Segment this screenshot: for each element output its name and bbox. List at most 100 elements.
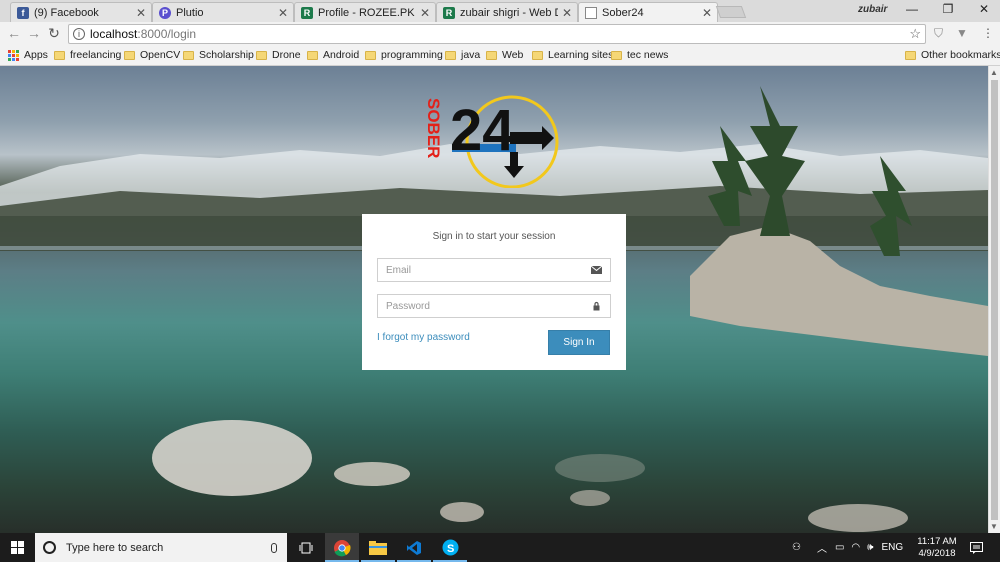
- svg-text:S: S: [447, 543, 454, 555]
- facebook-icon: f: [17, 6, 29, 19]
- system-tray: ⚇ ︿ ▭ ◠ 🕪 ENG: [792, 533, 903, 562]
- plutio-icon: P: [159, 6, 171, 19]
- browser-tab-strip: f (9) Facebook ✕ P Plutio ✕ R Profile - …: [0, 0, 1000, 22]
- back-icon[interactable]: ←: [6, 25, 22, 41]
- logo-24-text: 24: [450, 98, 515, 163]
- browser-toolbar: ← → ↻ i localhost:8000/login ☆ ⛉ ▼ ⋮: [0, 22, 1000, 46]
- scrollbar-thumb[interactable]: [991, 80, 998, 520]
- windows-taskbar: Type here to search S ⚇ ︿ ▭ ◠ 🕪 ENG 11:1…: [0, 533, 1000, 562]
- email-field[interactable]: [377, 258, 611, 282]
- notification-icon: [969, 541, 983, 554]
- forward-icon[interactable]: →: [26, 25, 42, 41]
- taskbar-file-explorer[interactable]: [361, 533, 395, 562]
- info-icon[interactable]: i: [73, 28, 85, 40]
- tab-sober24[interactable]: Sober24 ✕: [578, 2, 718, 22]
- bookmark-folder[interactable]: programming: [365, 49, 443, 61]
- sign-in-button[interactable]: Sign In: [548, 330, 610, 355]
- bookmark-folder[interactable]: Android: [307, 49, 359, 61]
- tab-zubair-shigri[interactable]: R zubair shigri - Web Deve ✕: [436, 2, 578, 22]
- taskbar-skype[interactable]: S: [433, 533, 467, 562]
- bookmark-folder[interactable]: OpenCV: [124, 49, 180, 61]
- apps-icon: [8, 49, 19, 61]
- clock-date: 4/9/2018: [918, 548, 956, 559]
- close-icon[interactable]: ✕: [561, 6, 573, 20]
- windows-logo-icon: [11, 541, 24, 554]
- taskbar-chrome[interactable]: [325, 533, 359, 562]
- vpn-extension-icon[interactable]: ▼: [956, 26, 968, 40]
- file-explorer-icon: [369, 540, 387, 555]
- task-view-button[interactable]: [290, 533, 322, 562]
- bookmark-folder[interactable]: tec news: [611, 49, 668, 61]
- star-icon[interactable]: ☆: [909, 26, 921, 42]
- close-icon[interactable]: ✕: [135, 6, 147, 20]
- clock-time: 11:17 AM: [917, 536, 957, 547]
- action-center-button[interactable]: [964, 533, 988, 562]
- bookmark-folder[interactable]: java: [445, 49, 480, 61]
- close-window-icon[interactable]: ✕: [976, 2, 992, 16]
- bookmark-folder[interactable]: Drone: [256, 49, 301, 61]
- tab-plutio[interactable]: P Plutio ✕: [152, 2, 294, 22]
- rozee-icon: R: [443, 6, 455, 19]
- bookmark-other[interactable]: Other bookmarks: [905, 49, 1000, 61]
- cortana-icon: [43, 541, 56, 554]
- folder-icon: [365, 50, 376, 60]
- bookmark-folder[interactable]: Learning sites: [532, 49, 613, 61]
- folder-icon: [905, 50, 916, 60]
- start-button[interactable]: [0, 533, 35, 562]
- email-input[interactable]: [378, 259, 578, 281]
- folder-icon: [611, 50, 622, 60]
- task-view-icon: [299, 542, 313, 553]
- microphone-icon[interactable]: [271, 542, 277, 553]
- scroll-up-icon[interactable]: ▲: [990, 68, 998, 77]
- reload-icon[interactable]: ↻: [46, 25, 62, 42]
- close-icon[interactable]: ✕: [419, 6, 431, 20]
- tab-title: Plutio: [176, 6, 204, 19]
- battery-icon[interactable]: ▭: [835, 542, 844, 553]
- bookmarks-bar: Apps freelancing OpenCV Scholarship Dron…: [0, 46, 1000, 66]
- close-icon[interactable]: ✕: [701, 6, 713, 20]
- address-bar[interactable]: i localhost:8000/login ☆: [68, 24, 926, 44]
- tab-facebook[interactable]: f (9) Facebook ✕: [10, 2, 152, 22]
- page-background: SOBER 24 Sign in to start your session I…: [0, 66, 988, 533]
- envelope-icon: [591, 265, 602, 274]
- bookmark-folder[interactable]: freelancing: [54, 49, 121, 61]
- close-icon[interactable]: ✕: [277, 6, 289, 20]
- folder-icon: [124, 50, 135, 60]
- folder-icon: [445, 50, 456, 60]
- new-tab-button[interactable]: [715, 6, 747, 18]
- search-placeholder: Type here to search: [66, 541, 164, 554]
- arrow-right-icon: [510, 126, 554, 150]
- login-message: Sign in to start your session: [432, 231, 556, 242]
- language-indicator[interactable]: ENG: [881, 542, 903, 553]
- folder-icon: [532, 50, 543, 60]
- menu-icon[interactable]: ⋮: [982, 26, 994, 40]
- minimize-icon[interactable]: —: [904, 2, 920, 16]
- taskbar-search-box[interactable]: Type here to search: [35, 533, 287, 562]
- address-url[interactable]: localhost:8000/login: [90, 27, 196, 41]
- taskbar-clock[interactable]: 11:17 AM 4/9/2018: [916, 536, 958, 560]
- profile-name[interactable]: zubair: [858, 4, 887, 15]
- tab-rozee-profile[interactable]: R Profile - ROZEE.PK ✕: [294, 2, 436, 22]
- shield-extension-icon[interactable]: ⛉: [934, 26, 943, 41]
- rozee-icon: R: [301, 6, 313, 19]
- scroll-down-icon[interactable]: ▼: [990, 522, 998, 531]
- bookmark-folder[interactable]: Web: [486, 49, 523, 61]
- maximize-icon[interactable]: ❐: [940, 2, 956, 16]
- folder-icon: [307, 50, 318, 60]
- page-scrollbar[interactable]: ▲ ▼: [988, 66, 1000, 533]
- people-icon[interactable]: ⚇: [792, 542, 801, 553]
- password-field[interactable]: [377, 294, 611, 318]
- folder-icon: [256, 50, 267, 60]
- login-box: Sign in to start your session I forgot m…: [362, 214, 626, 370]
- taskbar-vscode[interactable]: [397, 533, 431, 562]
- vscode-icon: [407, 540, 421, 555]
- wifi-icon[interactable]: ◠: [851, 542, 860, 553]
- chevron-up-icon[interactable]: ︿: [817, 540, 827, 555]
- logo-sober-text: SOBER: [426, 98, 443, 158]
- volume-icon[interactable]: 🕪: [867, 542, 873, 553]
- tab-title: (9) Facebook: [34, 6, 99, 19]
- bookmark-apps[interactable]: Apps: [8, 49, 48, 61]
- forgot-password-link[interactable]: I forgot my password: [377, 332, 470, 343]
- bookmark-folder[interactable]: Scholarship: [183, 49, 254, 61]
- password-input[interactable]: [378, 295, 578, 317]
